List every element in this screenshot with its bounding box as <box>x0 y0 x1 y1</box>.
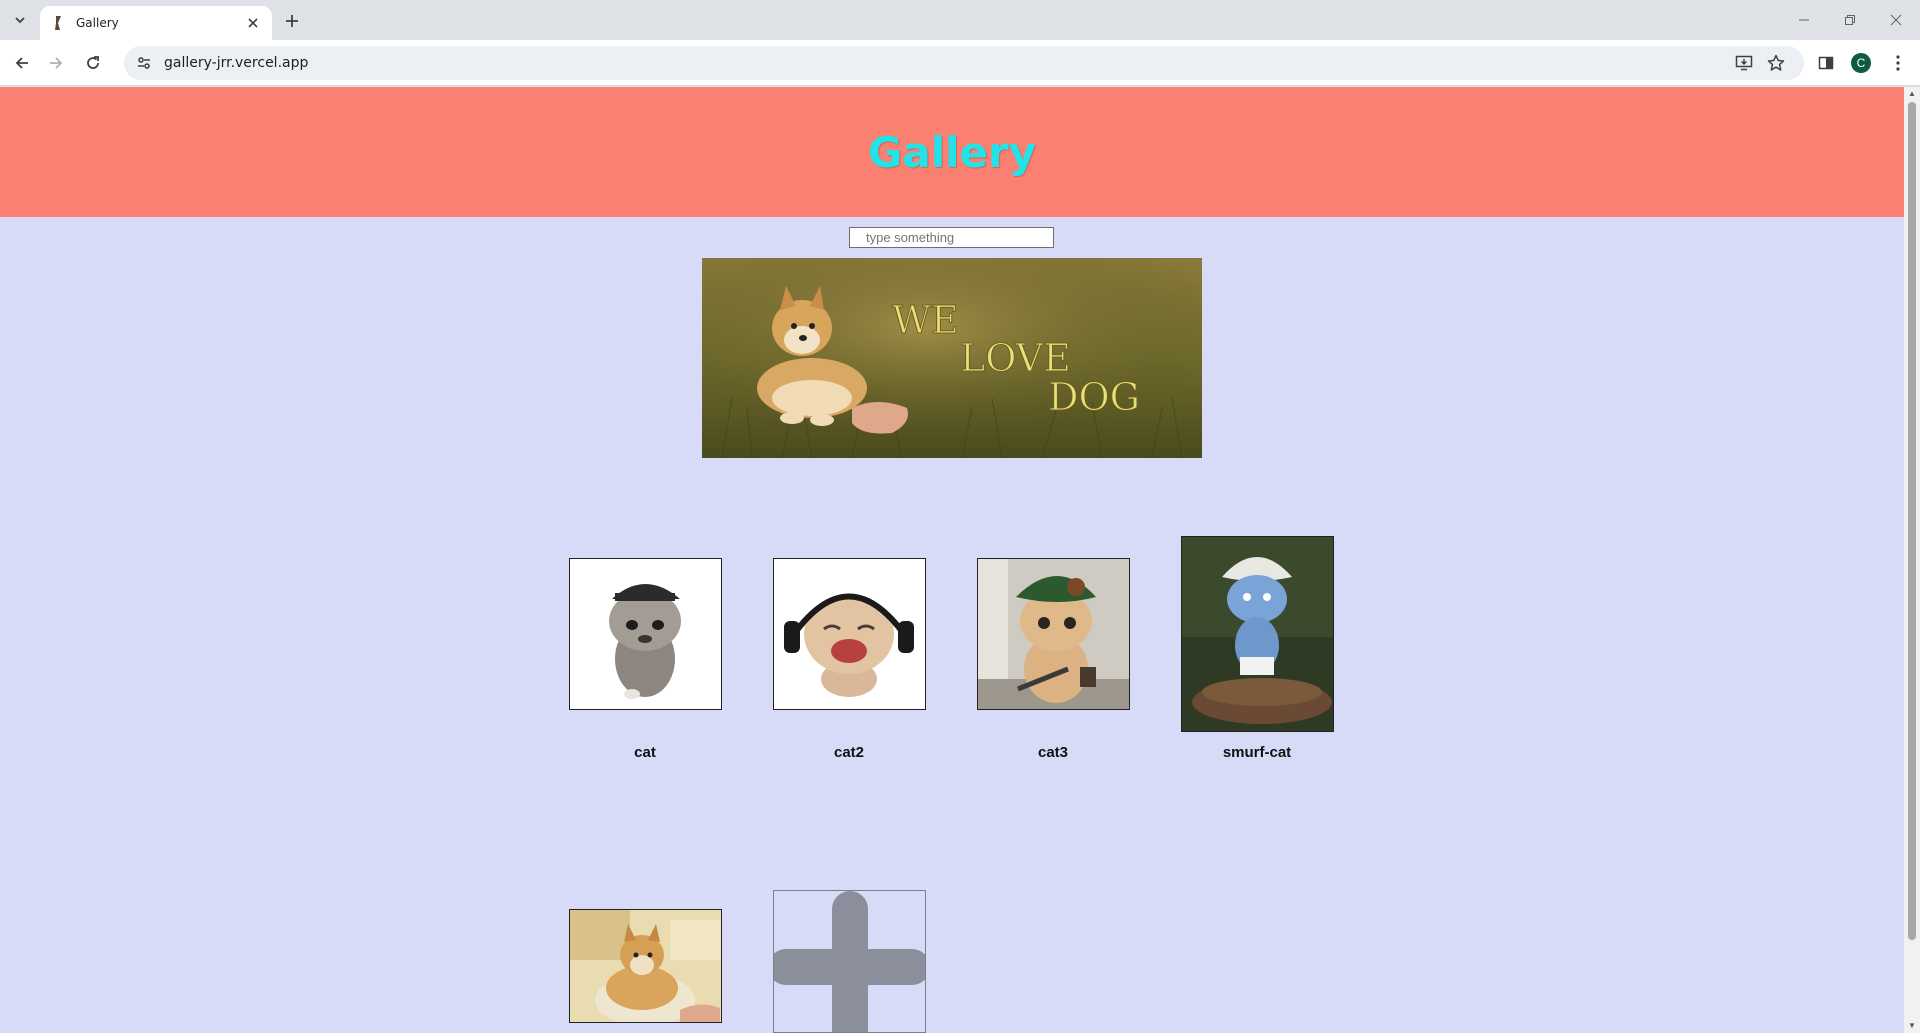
gallery-image-cat2[interactable] <box>773 558 926 710</box>
browser-toolbar: gallery-jrr.vercel.app C <box>0 40 1920 86</box>
gallery-image-cat3[interactable] <box>977 558 1130 710</box>
banner-text-we: WE <box>892 298 959 342</box>
side-panel-button[interactable] <box>1814 51 1838 75</box>
tab-title: Gallery <box>76 16 119 30</box>
gallery-image-doge[interactable] <box>569 909 722 1023</box>
install-app-button[interactable] <box>1732 51 1756 75</box>
site-settings-icon[interactable] <box>134 53 154 73</box>
arrow-right-icon <box>50 57 63 69</box>
banner-text-love: LOVE <box>960 336 1071 380</box>
gallery-caption-cat2: cat2 <box>833 744 865 761</box>
site-favicon-icon <box>50 15 66 31</box>
page-scrollbar[interactable]: ▲ ▼ <box>1904 87 1920 1033</box>
restore-button[interactable] <box>1838 8 1862 32</box>
page-viewport: Gallery type something WE LOVE DOG cat c… <box>0 87 1920 1033</box>
browser-menu-button[interactable] <box>1886 51 1910 75</box>
back-button[interactable] <box>10 51 34 75</box>
add-image-button[interactable] <box>773 890 926 1033</box>
browser-tab[interactable]: Gallery <box>40 6 272 40</box>
plus-icon <box>774 891 925 1032</box>
minimize-icon <box>1799 19 1809 21</box>
scroll-down-icon[interactable]: ▼ <box>1908 1022 1916 1030</box>
banner-text-dog: DOG <box>1048 375 1140 419</box>
banner-image: WE LOVE DOG <box>702 258 1202 458</box>
restore-icon <box>1845 15 1855 25</box>
profile-avatar[interactable]: C <box>1851 53 1871 73</box>
gallery-caption-smurf-cat: smurf-cat <box>1222 744 1292 761</box>
search-input[interactable] <box>849 227 1054 248</box>
side-panel-icon <box>1818 56 1834 70</box>
install-icon <box>1735 55 1753 71</box>
scrollbar-thumb[interactable] <box>1908 102 1916 940</box>
gallery-image-cat[interactable] <box>569 558 722 710</box>
close-window-button[interactable] <box>1884 8 1908 32</box>
minimize-button[interactable] <box>1792 8 1816 32</box>
reload-icon <box>87 56 99 69</box>
gallery-caption-cat: cat <box>634 744 656 761</box>
chevron-down-icon <box>15 17 25 24</box>
close-tab-icon[interactable] <box>244 14 262 32</box>
tab-search-button[interactable] <box>8 8 32 32</box>
url-text: gallery-jrr.vercel.app <box>164 55 309 71</box>
site-header: Gallery <box>0 87 1904 217</box>
close-icon <box>1890 14 1902 26</box>
gallery-image-smurf-cat[interactable] <box>1181 536 1334 732</box>
plus-icon <box>286 15 298 27</box>
bookmark-button[interactable] <box>1764 51 1788 75</box>
reload-button[interactable] <box>81 51 105 75</box>
gallery-caption-cat3: cat3 <box>1037 744 1069 761</box>
more-vert-icon <box>1896 55 1900 71</box>
address-bar[interactable]: gallery-jrr.vercel.app <box>124 46 1804 80</box>
new-tab-button[interactable] <box>280 9 304 33</box>
tab-strip: Gallery <box>0 0 1920 40</box>
arrow-left-icon <box>15 57 28 69</box>
scroll-up-icon[interactable]: ▲ <box>1908 90 1916 98</box>
forward-button[interactable] <box>44 51 68 75</box>
star-icon <box>1767 54 1785 71</box>
page-title: Gallery <box>867 127 1037 177</box>
